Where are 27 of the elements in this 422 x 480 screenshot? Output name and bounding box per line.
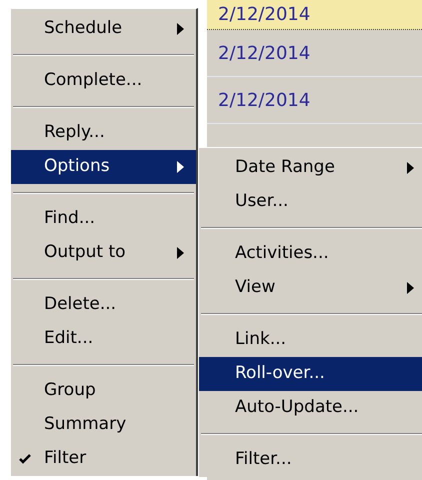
menu-item[interactable]: Date Range — [199, 151, 422, 185]
menu-item[interactable]: Filter — [11, 442, 196, 476]
list-row[interactable]: 2/12/2014 — [207, 0, 422, 30]
list-row[interactable]: 2/12/2014 — [207, 30, 422, 77]
menu-item[interactable]: Options — [11, 150, 196, 184]
menu-item[interactable]: Schedule — [11, 12, 196, 46]
menu-item[interactable]: Link... — [199, 323, 422, 357]
submenu-arrow-icon — [177, 23, 184, 35]
submenu-arrow-icon — [177, 161, 184, 173]
menu-item[interactable]: Output to — [11, 236, 196, 270]
menu-item[interactable]: Find... — [11, 202, 196, 236]
submenu-arrow-icon — [407, 162, 414, 174]
list-row[interactable]: 2/12/2014 — [207, 77, 422, 124]
menu-item[interactable]: Group — [11, 374, 196, 408]
menu-item[interactable]: Reply... — [11, 116, 196, 150]
menu-item[interactable]: Activities... — [199, 237, 422, 271]
submenu-arrow-icon — [177, 247, 184, 259]
menu-item[interactable]: Filter... — [199, 443, 422, 477]
menu-item[interactable]: View — [199, 271, 422, 305]
menu-item[interactable]: Complete... — [11, 64, 196, 98]
menu-item[interactable]: Summary — [11, 408, 196, 442]
menu-item[interactable]: User... — [199, 185, 422, 219]
menu-item[interactable]: Auto-Update... — [199, 391, 422, 425]
submenu-arrow-icon — [407, 282, 414, 294]
menu-item[interactable]: Roll-over... — [199, 357, 422, 391]
menu-item[interactable]: Edit... — [11, 322, 196, 356]
menu-item[interactable]: Delete... — [11, 288, 196, 322]
